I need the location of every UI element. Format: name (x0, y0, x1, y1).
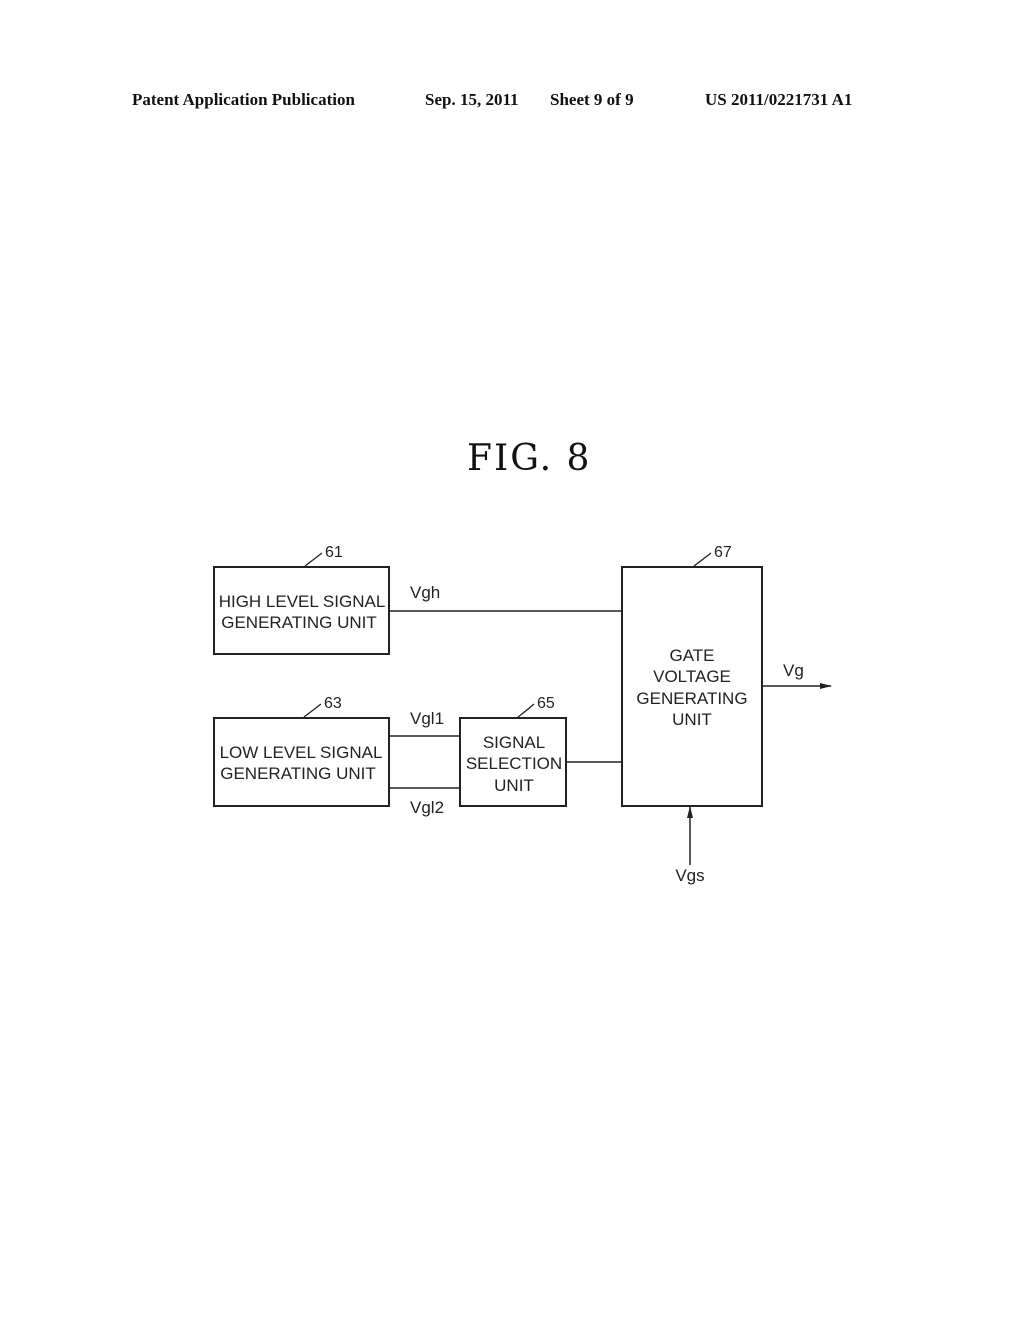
block-65-leader-line (517, 703, 535, 718)
block-67-ref: 67 (714, 544, 732, 561)
block-61-leader-line (304, 552, 323, 567)
vgl1-label: Vgl1 (410, 709, 444, 728)
block-gate-voltage-generating-unit: GATE VOLTAGE GENERATING UNIT 67 (621, 544, 763, 807)
vgs-label: Vgs (675, 866, 704, 885)
block-signal-selection-unit: SIGNAL SELECTION UNIT 65 (459, 695, 567, 807)
block-65-label-line2: SELECTION (466, 754, 562, 773)
block-67-label-line2: VOLTAGE (653, 667, 731, 686)
block-67-label-line4: UNIT (672, 710, 712, 729)
block-61-label-line2: GENERATING UNIT (221, 613, 377, 632)
block-61-ref: 61 (325, 544, 343, 561)
block-diagram: HIGH LEVEL SIGNAL GENERATING UNIT 61 LOW… (213, 544, 832, 885)
block-67-box (621, 566, 763, 807)
block-63-box (213, 717, 390, 807)
block-63-label-line2: GENERATING UNIT (220, 764, 376, 783)
block-63-label-line1: LOW LEVEL SIGNAL (220, 743, 383, 762)
block-low-level-signal-generating-unit: LOW LEVEL SIGNAL GENERATING UNIT 63 (213, 695, 390, 807)
vgh-label: Vgh (410, 583, 440, 602)
block-67-leader-line (693, 552, 712, 567)
block-65-ref: 65 (537, 695, 555, 712)
block-63-ref: 63 (324, 695, 342, 712)
block-63-leader-line (303, 703, 322, 718)
vgl2-label: Vgl2 (410, 798, 444, 817)
block-65-label-line1: SIGNAL (483, 733, 545, 752)
block-65-label-line3: UNIT (494, 776, 534, 795)
block-67-label-line3: GENERATING (636, 689, 747, 708)
block-61-label-line1: HIGH LEVEL SIGNAL (219, 592, 386, 611)
vg-label: Vg (783, 661, 804, 680)
block-67-label-line1: GATE (669, 646, 714, 665)
block-high-level-signal-generating-unit: HIGH LEVEL SIGNAL GENERATING UNIT 61 (213, 544, 390, 655)
